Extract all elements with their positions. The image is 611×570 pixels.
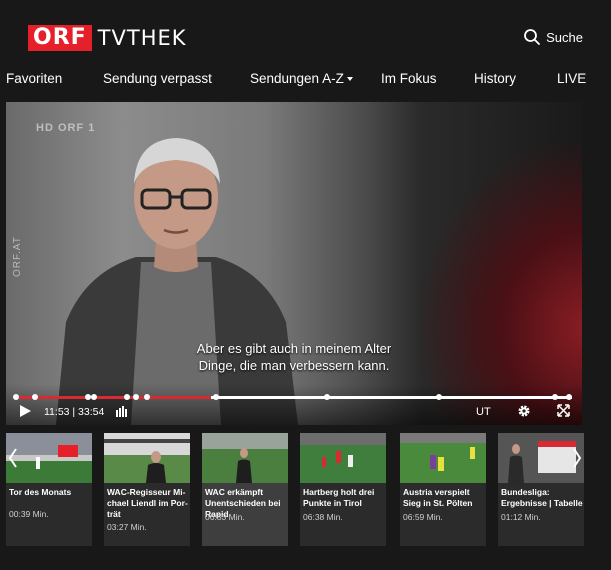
chapter-marker[interactable] — [566, 394, 573, 400]
progress-fill — [16, 396, 212, 399]
video-card-duration: 03:27 Min. — [107, 522, 147, 532]
nav-label: History — [474, 71, 517, 86]
header: ORF TVTHEK Suche — [0, 0, 611, 70]
nav-label: Im Fokus — [381, 71, 437, 86]
side-logo: ORF.AT — [12, 236, 23, 277]
video-card-title: Bundesliga: Ergebnis­se | Tabelle — [501, 487, 583, 508]
studio-light — [386, 102, 582, 425]
play-icon[interactable] — [18, 404, 32, 418]
video-card[interactable]: Tor des Monats 00:39 Min. — [6, 433, 92, 546]
logo-tvthek-text: TVTHEK — [97, 26, 187, 50]
presenter-image — [56, 138, 298, 425]
video-card[interactable]: Austria verspielt Sieg in St. Pölten 06:… — [400, 433, 486, 546]
progress-bar[interactable] — [13, 394, 573, 400]
video-card-duration: 06:59 Min. — [403, 512, 443, 522]
video-card-title: Austria verspielt Sieg in St. Pölten — [403, 487, 473, 508]
video-player[interactable]: HD ORF 1 ORF.AT Aber es gibt auch in mei… — [6, 102, 582, 425]
chapter-marker[interactable] — [13, 394, 19, 400]
chapter-marker[interactable] — [32, 394, 39, 400]
video-thumbnail — [400, 433, 486, 483]
nav-item-sendung-verpasst[interactable]: Sendung verpasst — [103, 71, 212, 86]
video-card-title: Tor des Monats — [9, 487, 72, 497]
related-videos-carousel: Tor des Monats 00:39 Min. WAC-Regisseur … — [0, 433, 584, 546]
chapter-marker[interactable] — [90, 394, 97, 400]
nav-label: LIVE — [557, 71, 587, 86]
video-thumbnail — [300, 433, 386, 483]
nav-label: Sendung verpasst — [103, 71, 212, 86]
video-card[interactable]: WAC-Regisseur Mi­chael Liendl im Por­trä… — [104, 433, 190, 546]
subtitles-button[interactable]: UT — [476, 406, 491, 418]
video-card[interactable]: Hartberg holt drei Punkte in Tirol 06:38… — [300, 433, 386, 546]
chapter-marker[interactable] — [552, 394, 559, 400]
chapter-marker[interactable] — [213, 394, 220, 400]
main-nav: Favoriten Sendung verpasst Sendungen A-Z… — [0, 62, 611, 96]
nav-item-live[interactable]: LIVE — [557, 71, 586, 86]
chevron-left-icon[interactable] — [8, 445, 18, 471]
video-card-active[interactable]: WAC erkämpft Unent­schieden bei Rapid 06… — [202, 433, 288, 546]
video-thumbnail — [104, 433, 190, 483]
volume-icon[interactable] — [116, 405, 128, 417]
subtitle-overlay: Aber es gibt auch in meinem Alter Dinge,… — [6, 340, 582, 374]
video-card-duration: 01:12 Min. — [501, 512, 541, 522]
video-card-title: WAC-Regisseur Mi­chael Liendl im Por­trä… — [107, 487, 188, 519]
chapter-marker[interactable] — [143, 394, 150, 400]
nav-item-favoriten[interactable]: Favoriten — [6, 71, 62, 86]
video-card-title: Hartberg holt drei Punkte in Tirol — [303, 487, 375, 508]
video-card[interactable]: Bundesliga: Ergebnis­se | Tabelle 01:12 … — [498, 433, 584, 546]
orf-tvthek-logo[interactable]: ORF TVTHEK — [28, 25, 187, 51]
video-thumbnail — [6, 433, 92, 483]
search-icon — [524, 29, 541, 45]
player-controls: 11:53 | 33:54 UT — [6, 384, 582, 425]
chevron-right-icon[interactable] — [572, 445, 582, 471]
logo-orf-text: ORF — [28, 25, 92, 51]
fullscreen-icon[interactable] — [557, 404, 570, 417]
chapter-marker[interactable] — [324, 394, 331, 400]
video-thumbnail — [202, 433, 288, 483]
video-card-duration: 00:39 Min. — [9, 509, 49, 519]
video-card-duration: 06:38 Min. — [303, 512, 343, 522]
subtitle-line: Dinge, die man verbessern kann. — [198, 358, 390, 373]
nav-item-sendungen-a-z[interactable]: Sendungen A-Z — [250, 71, 353, 86]
chapter-marker[interactable] — [132, 394, 139, 400]
time-display: 11:53 | 33:54 — [44, 406, 105, 418]
subtitle-line: Aber es gibt auch in meinem Alter — [196, 341, 392, 356]
settings-icon[interactable] — [517, 404, 531, 418]
search-button[interactable]: Suche — [523, 28, 583, 46]
search-label: Suche — [546, 29, 583, 45]
chevron-down-icon — [346, 77, 353, 82]
nav-label: Favoriten — [6, 71, 63, 86]
chapter-marker[interactable] — [124, 394, 131, 400]
video-card-duration: 06:53 Min. — [205, 512, 245, 522]
nav-label: Sendungen A-Z — [250, 71, 344, 86]
nav-item-im-fokus[interactable]: Im Fokus — [381, 71, 437, 86]
nav-item-history[interactable]: History — [474, 71, 516, 86]
chapter-marker[interactable] — [435, 394, 442, 400]
